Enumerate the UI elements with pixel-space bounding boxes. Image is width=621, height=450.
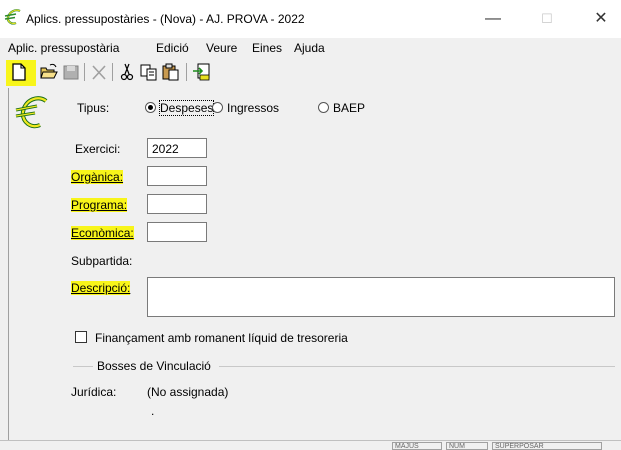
- new-document-icon[interactable]: [10, 62, 28, 82]
- subpartida-label: Subpartida:: [71, 254, 133, 268]
- juridica-label: Jurídica:: [71, 385, 117, 399]
- euro-app-icon: [4, 9, 21, 25]
- copy-icon[interactable]: [140, 62, 158, 82]
- toolbar-separator: [84, 63, 85, 81]
- programa-input[interactable]: [147, 194, 207, 214]
- descripcio-label: Descripció:: [71, 281, 131, 295]
- dot-value: .: [151, 404, 155, 418]
- save-icon[interactable]: [62, 62, 80, 82]
- radio-ingressos-label[interactable]: Ingressos: [227, 101, 279, 115]
- bosses-label: Bosses de Vinculació: [97, 359, 211, 373]
- tipus-label: Tipus:: [77, 101, 110, 115]
- financament-label[interactable]: Finançament amb romanent líquid de treso…: [95, 331, 348, 345]
- organica-label: Orgànica:: [71, 170, 124, 184]
- form-panel: Tipus: Despeses Ingressos BAEP Exercici:…: [8, 88, 621, 440]
- status-num: NUM: [446, 442, 488, 450]
- radio-baep[interactable]: [318, 102, 329, 113]
- paste-icon[interactable]: [162, 62, 180, 82]
- toolbar: [0, 58, 621, 88]
- menu-eines[interactable]: Eines: [252, 41, 282, 55]
- delete-icon[interactable]: [90, 62, 108, 82]
- economica-input[interactable]: [147, 222, 207, 242]
- minimize-icon: —: [485, 10, 501, 27]
- radio-baep-label[interactable]: BAEP: [333, 101, 365, 115]
- minimize-button[interactable]: —: [476, 6, 510, 32]
- title-bar: Aplics. pressupostàries - (Nova) - AJ. P…: [0, 0, 621, 38]
- group-divider: [73, 366, 93, 367]
- exercici-label: Exercici:: [75, 142, 121, 156]
- financament-checkbox[interactable]: [75, 331, 87, 343]
- window-title: Aplics. pressupostàries - (Nova) - AJ. P…: [26, 12, 305, 26]
- programa-label: Programa:: [71, 198, 128, 212]
- descripcio-textarea[interactable]: [147, 277, 615, 317]
- radio-ingressos[interactable]: [212, 102, 223, 113]
- juridica-value: (No assignada): [147, 385, 229, 399]
- menu-ajuda[interactable]: Ajuda: [294, 41, 325, 55]
- status-overwrite: SUPERPOSAR: [492, 442, 602, 450]
- maximize-icon: ☐: [541, 11, 553, 26]
- open-folder-icon[interactable]: [40, 62, 58, 82]
- menu-bar: Aplic. pressupostària Edició Veure Eines…: [0, 38, 621, 58]
- close-icon: ✕: [594, 10, 608, 27]
- economica-label: Econòmica:: [71, 226, 134, 240]
- maximize-button[interactable]: ☐: [530, 6, 564, 32]
- status-caps: MAJÚS: [392, 442, 442, 450]
- toolbar-separator: [186, 63, 187, 81]
- group-divider: [219, 366, 615, 367]
- close-button[interactable]: ✕: [584, 6, 618, 32]
- menu-aplic[interactable]: Aplic. pressupostària: [8, 41, 119, 55]
- organica-input[interactable]: [147, 166, 207, 186]
- radio-despeses[interactable]: [145, 102, 156, 113]
- menu-veure[interactable]: Veure: [206, 41, 237, 55]
- euro-logo-icon: [15, 96, 48, 129]
- exercici-input[interactable]: 2022: [147, 138, 207, 158]
- cut-icon[interactable]: [118, 62, 136, 82]
- radio-despeses-label[interactable]: Despeses: [158, 100, 215, 116]
- menu-edicio[interactable]: Edició: [156, 41, 189, 55]
- export-icon[interactable]: [192, 62, 210, 82]
- toolbar-separator: [112, 63, 113, 81]
